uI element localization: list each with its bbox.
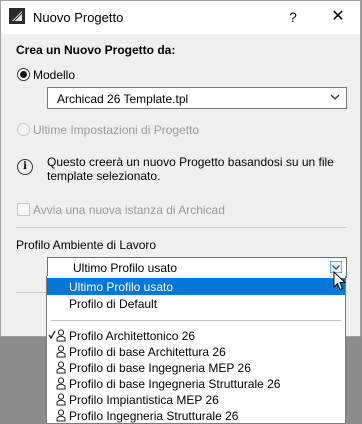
user-profile-icon xyxy=(56,345,66,358)
last-settings-radio-label[interactable]: Ultime Impostazioni di Progetto xyxy=(33,123,199,137)
workspace-profile-select-value: Ultimo Profilo usato xyxy=(73,261,178,275)
new-instance-checkbox[interactable] xyxy=(17,203,30,216)
workspace-profile-select[interactable]: Ultimo Profilo usato xyxy=(47,257,347,278)
user-profile-icon xyxy=(56,329,66,342)
title-bar: Nuovo Progetto ? ✕ xyxy=(1,1,360,34)
user-profile-icon xyxy=(56,393,66,406)
template-select[interactable]: Archicad 26 Template.tpl xyxy=(47,87,347,109)
user-profile-icon xyxy=(56,377,66,390)
dropdown-item-profile[interactable]: Profilo Ingegneria Strutturale 26 xyxy=(47,407,345,424)
template-radio[interactable] xyxy=(17,68,30,81)
mouse-cursor-icon xyxy=(333,271,347,291)
dropdown-item-profile[interactable]: Profilo di base Architettura 26 xyxy=(47,343,345,360)
dropdown-item-default-profile[interactable]: Profilo di Default xyxy=(47,295,345,312)
close-icon[interactable]: ✕ xyxy=(326,5,350,29)
dropdown-item-profile[interactable]: Profilo Architettonico 26 xyxy=(47,327,345,344)
last-settings-radio[interactable] xyxy=(17,123,30,136)
new-instance-label[interactable]: Avvia una nuova istanza di Archicad xyxy=(33,203,225,217)
workspace-profile-dropdown-list: Ultimo Profilo usato Profilo di Default … xyxy=(46,276,346,424)
info-icon: i xyxy=(17,159,33,175)
chevron-down-icon xyxy=(330,94,340,100)
template-radio-label[interactable]: Modello xyxy=(33,68,75,82)
divider xyxy=(16,227,346,228)
archicad-app-icon xyxy=(9,8,25,24)
dropdown-item-profile[interactable]: Profilo di base Ingegneria Strutturale 2… xyxy=(47,375,345,392)
dropdown-item-last-profile[interactable]: Ultimo Profilo usato xyxy=(47,278,345,295)
create-from-heading: Crea un Nuovo Progetto da: xyxy=(16,43,176,57)
template-select-value: Archicad 26 Template.tpl xyxy=(57,92,189,106)
help-icon[interactable]: ? xyxy=(283,7,303,27)
window-title: Nuovo Progetto xyxy=(33,10,124,25)
dropdown-separator xyxy=(51,320,341,321)
dropdown-item-profile[interactable]: Profilo Impiantistica MEP 26 xyxy=(47,391,345,408)
workspace-profile-label: Profilo Ambiente di Lavoro xyxy=(16,238,157,252)
user-profile-icon xyxy=(56,409,66,422)
info-text-line2: template selezionato. xyxy=(47,169,161,183)
checkmark-icon xyxy=(48,330,56,340)
info-text-line1: Questo creerà un nuovo Progetto basandos… xyxy=(47,155,334,169)
dropdown-item-profile[interactable]: Profilo di base Ingegneria MEP 26 xyxy=(47,359,345,376)
divider-fragment xyxy=(16,292,46,293)
user-profile-icon xyxy=(56,361,66,374)
